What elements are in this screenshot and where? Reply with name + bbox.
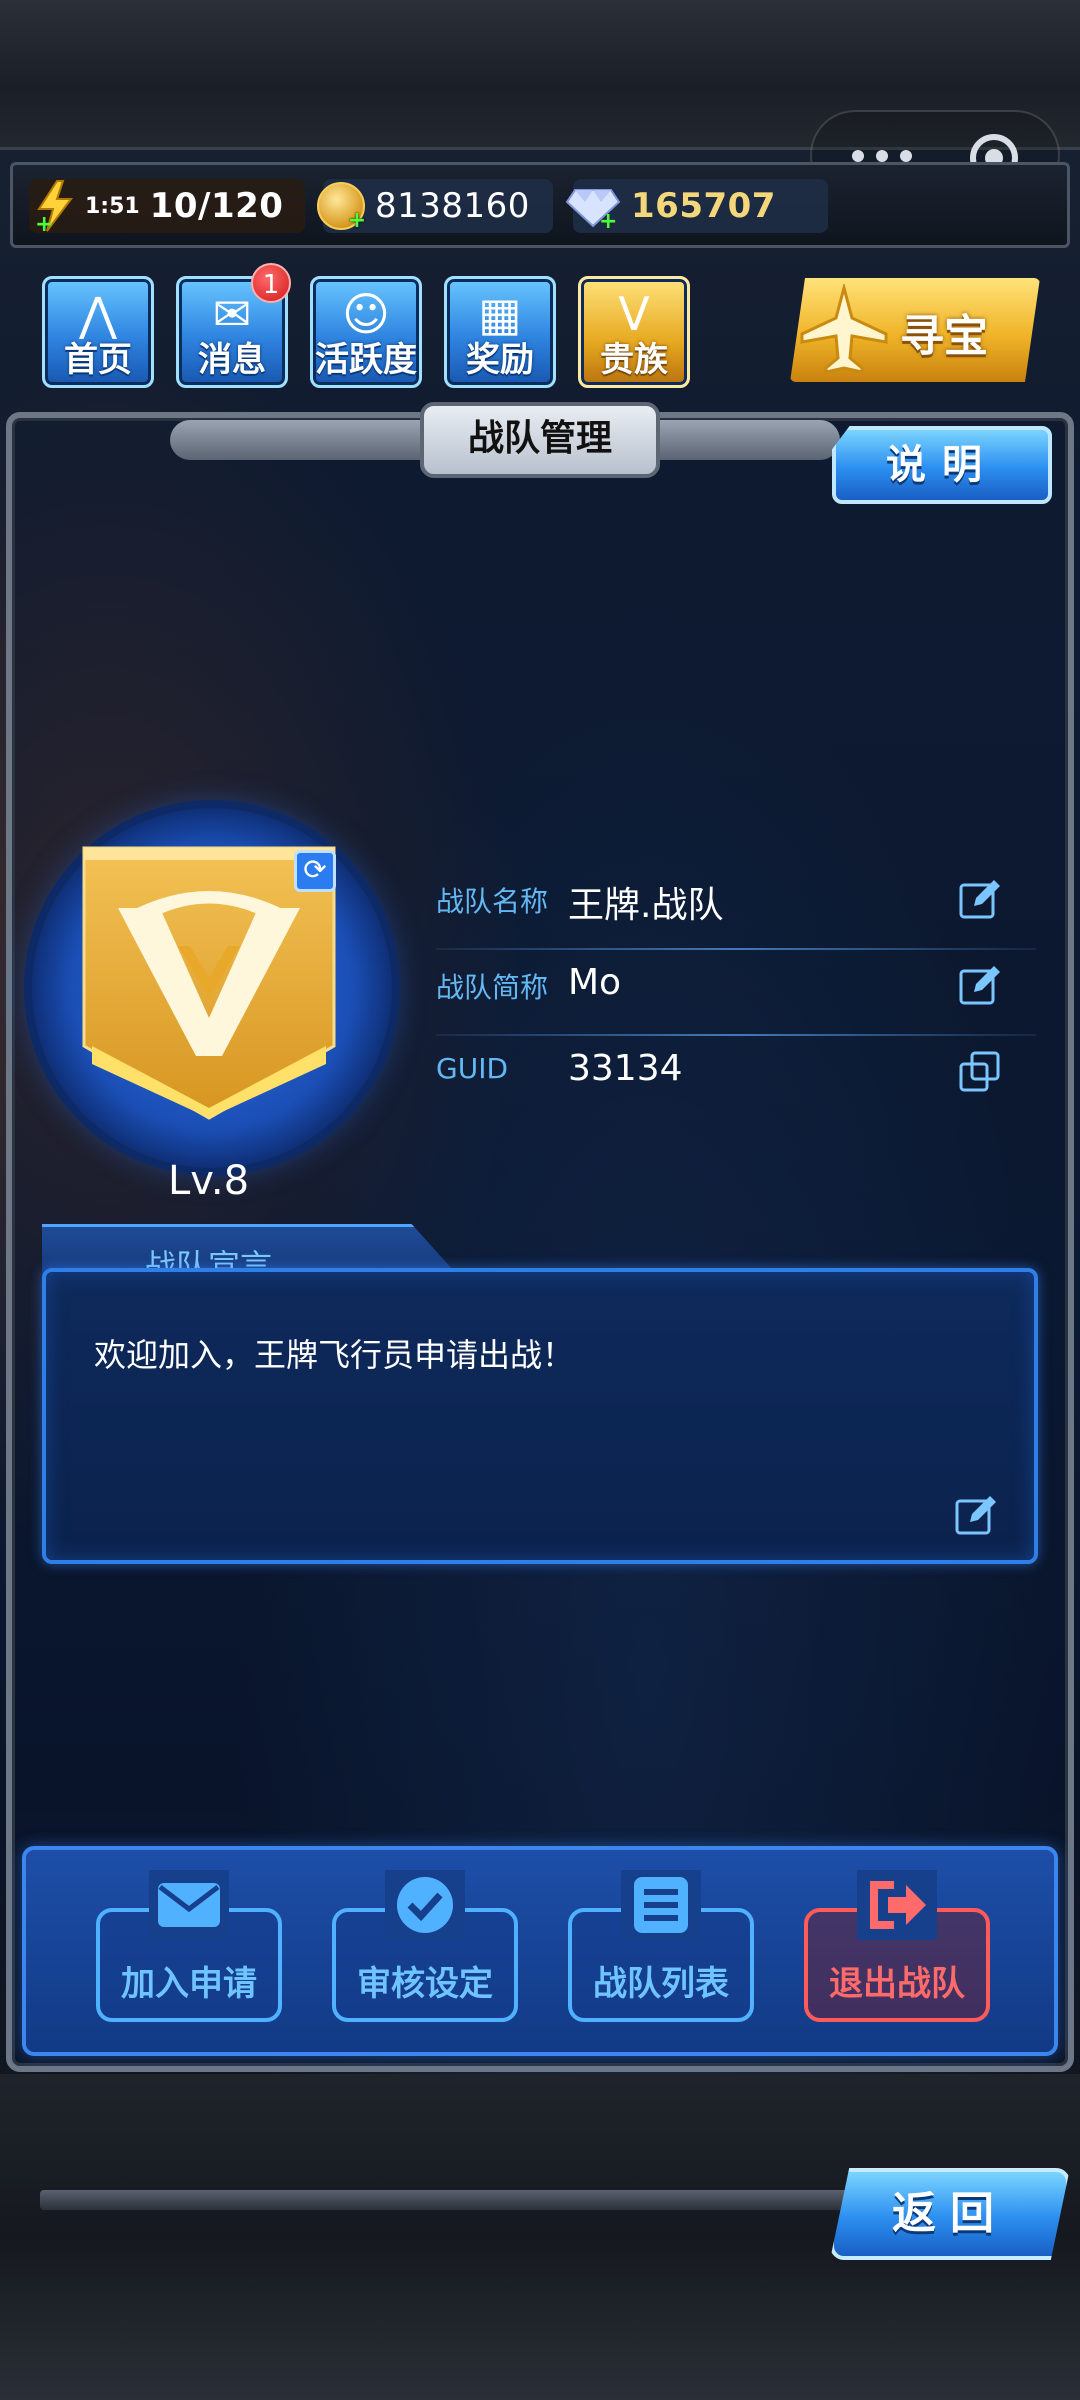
back-button[interactable]: 返回: [830, 2168, 1070, 2260]
gold-coin-icon: +: [317, 182, 366, 232]
gem-value: 165707: [631, 186, 776, 226]
nav-home-button[interactable]: ⋀ 首页: [42, 276, 154, 388]
team-list-button[interactable]: 战队列表: [568, 1870, 754, 2022]
join-requests-button[interactable]: 加入申请: [96, 1870, 282, 2022]
unread-badge: 1: [251, 263, 291, 303]
treasure-hunt-button[interactable]: 寻宝: [790, 278, 1040, 382]
icon-backing: [149, 1870, 229, 1940]
edit-icon[interactable]: [958, 878, 1002, 922]
more-icon[interactable]: [852, 150, 912, 162]
title-wing-left: [170, 420, 430, 460]
nav-activity-button[interactable]: ☺ 活跃度: [310, 276, 422, 388]
action-bar: 加入申请 审核设定 战队列表 退出战队: [22, 1846, 1058, 2056]
team-short-value: Mo: [568, 962, 622, 1003]
edit-icon[interactable]: [954, 1494, 998, 1538]
icon-backing: [621, 1870, 701, 1940]
team-name-row: 战队名称 王牌.战队: [436, 860, 1036, 940]
join-requests-label: 加入申请: [121, 1964, 257, 2004]
energy-value: 10/120: [149, 186, 284, 226]
gem-counter[interactable]: + 165707: [565, 179, 828, 234]
guid-label: GUID: [436, 1052, 509, 1085]
edit-icon[interactable]: [958, 964, 1002, 1008]
panel-title: 战队管理: [420, 402, 660, 478]
nav-activity-label: 活跃度: [315, 340, 417, 380]
gold-value: 8138160: [375, 186, 530, 226]
refresh-emblem-icon[interactable]: ⟳: [294, 850, 336, 892]
nav-noble-label: 贵族: [600, 340, 668, 380]
team-name-label: 战队名称: [436, 885, 549, 918]
envelope-icon: [158, 1883, 220, 1927]
energy-counter[interactable]: + 1:51 10/120: [29, 179, 305, 237]
icon-backing: [857, 1870, 937, 1940]
nav-messages-button[interactable]: ✉ 消息 1: [176, 263, 291, 388]
list-icon: [634, 1877, 688, 1933]
lightning-icon: +: [33, 179, 77, 237]
gold-counter[interactable]: + 8138160: [317, 179, 553, 233]
resource-bar: + 1:51 10/120 + 8138160 + 165707: [10, 162, 1070, 248]
team-list-label: 战队列表: [593, 1964, 729, 2004]
team-level: Lv.8: [168, 1158, 250, 1204]
nav-home-label: 首页: [64, 340, 132, 380]
explain-button[interactable]: 说明: [832, 426, 1052, 504]
declaration-box: 欢迎加入，王牌飞行员申请出战！: [42, 1268, 1038, 1564]
team-short-label: 战队简称: [436, 971, 549, 1004]
team-short-row: 战队简称 Mo: [436, 946, 1036, 1026]
title-wing-right: [650, 420, 840, 460]
treasure-hunt-label: 寻宝: [900, 311, 988, 362]
icon-backing: [385, 1870, 465, 1940]
leave-team-button[interactable]: 退出战队: [804, 1870, 990, 2022]
declaration-text: 欢迎加入，王牌飞行员申请出战！: [94, 1336, 575, 1374]
nav-rewards-label: 奖励: [466, 340, 534, 380]
review-settings-button[interactable]: 审核设定: [332, 1870, 518, 2022]
jet-icon: [800, 284, 888, 374]
team-name-value: 王牌.战队: [568, 885, 724, 926]
nav-rewards-button[interactable]: ▦ 奖励: [444, 276, 556, 388]
svg-text:+: +: [35, 212, 53, 233]
diamond-icon: +: [565, 182, 621, 234]
guid-row: GUID 33134: [436, 1032, 1036, 1112]
nav-noble-button[interactable]: V 贵族: [578, 276, 690, 388]
guid-value: 33134: [568, 1048, 683, 1089]
nav-messages-label: 消息: [198, 340, 266, 380]
review-settings-label: 审核设定: [357, 1964, 493, 2004]
svg-text:+: +: [599, 209, 617, 230]
leave-team-label: 退出战队: [829, 1964, 965, 2004]
exit-icon: [870, 1881, 926, 1929]
copy-icon[interactable]: [958, 1050, 1002, 1094]
checkmark-icon: [397, 1877, 453, 1933]
energy-timer: 1:51: [85, 193, 140, 219]
